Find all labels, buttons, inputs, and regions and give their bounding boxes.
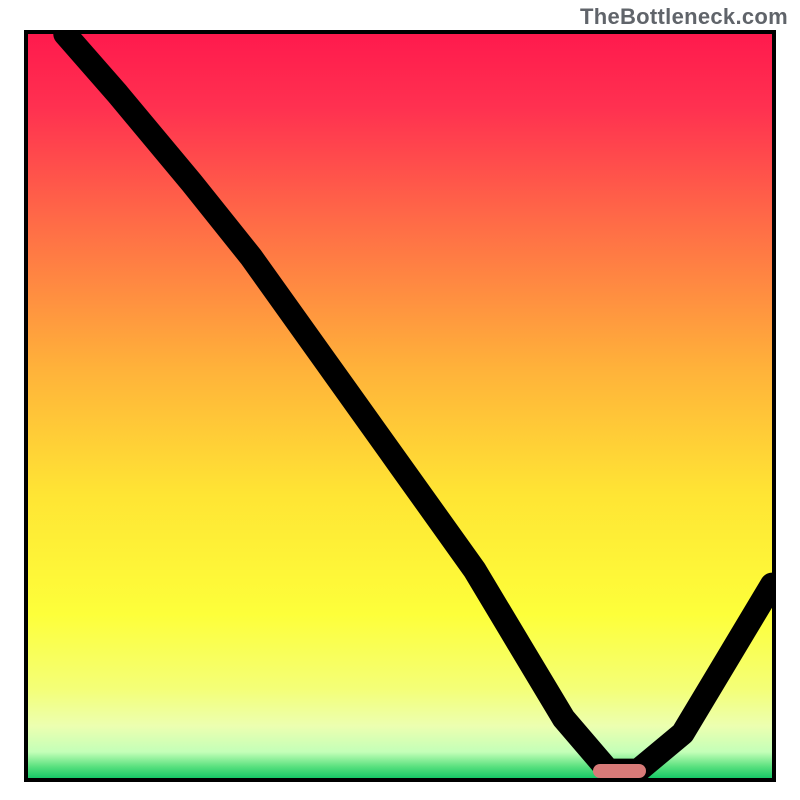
optimal-range-marker bbox=[593, 764, 645, 778]
plot-area bbox=[24, 30, 776, 782]
watermark-text: TheBottleneck.com bbox=[580, 4, 788, 30]
bottleneck-curve bbox=[28, 34, 772, 778]
chart-container: TheBottleneck.com bbox=[0, 0, 800, 800]
